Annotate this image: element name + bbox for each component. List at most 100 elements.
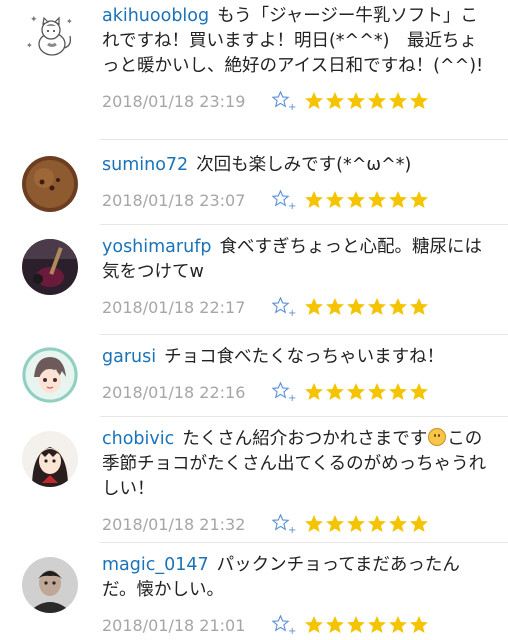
star-icon xyxy=(305,383,323,400)
avatar-yoshimarufp[interactable] xyxy=(22,239,78,295)
star-icon xyxy=(389,298,407,315)
star-icon xyxy=(347,191,365,208)
star-icon xyxy=(368,383,386,400)
svg-text:+: + xyxy=(288,626,296,635)
comment-text: akihuooblog もう「ジャージー牛乳ソフト」これですね！買いますよ！明日(… xyxy=(102,4,494,79)
comment-username[interactable]: akihuooblog xyxy=(102,6,209,26)
star-icon xyxy=(347,298,365,315)
star-icon xyxy=(305,515,323,532)
star-icon xyxy=(347,92,365,109)
rating-stars xyxy=(304,514,429,534)
star-icon xyxy=(389,616,407,633)
star-icon xyxy=(326,616,344,633)
rating-stars xyxy=(304,382,429,402)
anime-character-avatar xyxy=(22,347,78,403)
star-icon xyxy=(389,383,407,400)
comment-meta: 2018/01/18 21:01 + xyxy=(102,613,494,637)
star-icon xyxy=(305,616,323,633)
star-icon xyxy=(389,515,407,532)
star-icon xyxy=(410,616,428,633)
smiling-face-emoji xyxy=(428,428,447,446)
star-icon xyxy=(410,191,428,208)
comment-item: chobivic たくさん紹介おつかれさまです この季節チョコがたくさん出てくるのが… xyxy=(0,417,508,543)
star-icon xyxy=(347,515,365,532)
svg-text:+: + xyxy=(288,525,296,534)
brown-ball-avatar xyxy=(22,156,78,212)
comment-item: magic_0147 パックンチョってまだあったんだ。懐かしい。 2018/01/… xyxy=(0,543,508,640)
comment-item: ✦ ✦ ✦ akihuooblog もう「ジャージー牛乳ソフト」これですね！買いま… xyxy=(0,0,508,140)
comment-timestamp: 2018/01/18 21:01 xyxy=(102,615,246,635)
comment-text: yoshimarufp 食べすぎちょっと心配。糖尿には気をつけてw xyxy=(102,235,494,285)
star-icon xyxy=(326,191,344,208)
star-icon xyxy=(326,383,344,400)
star-add-icon[interactable]: + xyxy=(272,514,296,534)
rating-stars xyxy=(304,297,429,317)
comment-meta: 2018/01/18 23:07 + xyxy=(102,188,494,212)
comment-meta: 2018/01/18 21:32 + xyxy=(102,512,494,536)
avatar-magic_0147[interactable] xyxy=(22,557,78,613)
star-icon xyxy=(305,298,323,315)
person-photo-avatar xyxy=(22,557,78,613)
star-icon xyxy=(347,383,365,400)
comment-username[interactable]: sumino72 xyxy=(102,155,188,175)
rating-stars xyxy=(304,190,429,210)
comment-timestamp: 2018/01/18 23:19 xyxy=(102,91,246,111)
comment-text: sumino72 次回も楽しみです(*^ω^*) xyxy=(102,153,494,178)
comment-timestamp: 2018/01/18 23:07 xyxy=(102,190,246,210)
star-icon xyxy=(368,515,386,532)
star-icon xyxy=(326,515,344,532)
star-add-icon[interactable]: + xyxy=(272,190,296,210)
comment-text: chobivic たくさん紹介おつかれさまです この季節チョコがたくさん出てくるのが… xyxy=(102,427,494,502)
star-icon xyxy=(368,616,386,633)
rating-stars xyxy=(304,91,429,111)
star-add-icon[interactable]: + xyxy=(272,615,296,635)
svg-text:+: + xyxy=(288,308,296,317)
star-icon xyxy=(389,191,407,208)
star-icon xyxy=(410,383,428,400)
avatar-akihuooblog[interactable]: ✦ ✦ ✦ xyxy=(22,8,78,64)
comment-username[interactable]: magic_0147 xyxy=(102,555,209,575)
comment-text: magic_0147 パックンチョってまだあったんだ。懐かしい。 xyxy=(102,553,494,603)
comment-meta: 2018/01/18 23:19 + xyxy=(102,89,494,113)
avatar-chobivic[interactable] xyxy=(22,431,78,487)
comment-timestamp: 2018/01/18 22:16 xyxy=(102,382,246,402)
comment-timestamp: 2018/01/18 22:17 xyxy=(102,297,246,317)
svg-text:✦: ✦ xyxy=(66,17,73,26)
comment-body: チョコ食べたくなっちゃいますね！ xyxy=(164,347,445,367)
star-add-icon[interactable]: + xyxy=(272,382,296,402)
star-icon xyxy=(368,191,386,208)
comment-body: 次回も楽しみです(*^ω^*) xyxy=(196,155,412,175)
comment-meta: 2018/01/18 22:16 + xyxy=(102,380,494,404)
avatar-sumino72[interactable] xyxy=(22,156,78,212)
star-icon xyxy=(305,92,323,109)
cat-illustration-icon: ✦ ✦ ✦ xyxy=(26,15,73,56)
star-icon xyxy=(326,92,344,109)
comment-username[interactable]: yoshimarufp xyxy=(102,237,211,257)
svg-text:✦: ✦ xyxy=(26,41,33,50)
avatar-garusi[interactable] xyxy=(22,347,78,403)
star-add-icon[interactable]: + xyxy=(272,297,296,317)
comment-item: yoshimarufp 食べすぎちょっと心配。糖尿には気をつけてw 2018/01… xyxy=(0,225,508,335)
svg-text:+: + xyxy=(288,201,296,210)
rating-stars xyxy=(304,615,429,635)
svg-text:+: + xyxy=(288,102,296,111)
star-icon xyxy=(368,298,386,315)
comment-username[interactable]: garusi xyxy=(102,347,156,367)
star-add-icon[interactable]: + xyxy=(272,91,296,111)
comment-meta: 2018/01/18 22:17 + xyxy=(102,295,494,319)
comment-list: ✦ ✦ ✦ akihuooblog もう「ジャージー牛乳ソフト」これですね！買いま… xyxy=(0,0,508,640)
star-icon xyxy=(326,298,344,315)
star-icon xyxy=(410,515,428,532)
star-icon xyxy=(347,616,365,633)
comment-timestamp: 2018/01/18 21:32 xyxy=(102,514,246,534)
comment-username[interactable]: chobivic xyxy=(102,429,174,449)
star-icon xyxy=(410,92,428,109)
comment-text: garusi チョコ食べたくなっちゃいますね！ xyxy=(102,345,494,370)
comment-body-part1: たくさん紹介おつかれさまです xyxy=(182,429,428,449)
star-icon xyxy=(368,92,386,109)
star-icon xyxy=(389,92,407,109)
comment-item: garusi チョコ食べたくなっちゃいますね！ 2018/01/18 22:16 … xyxy=(0,335,508,417)
drawn-girl-avatar xyxy=(22,431,78,487)
star-icon xyxy=(305,191,323,208)
guitar-photo-avatar xyxy=(22,239,78,295)
